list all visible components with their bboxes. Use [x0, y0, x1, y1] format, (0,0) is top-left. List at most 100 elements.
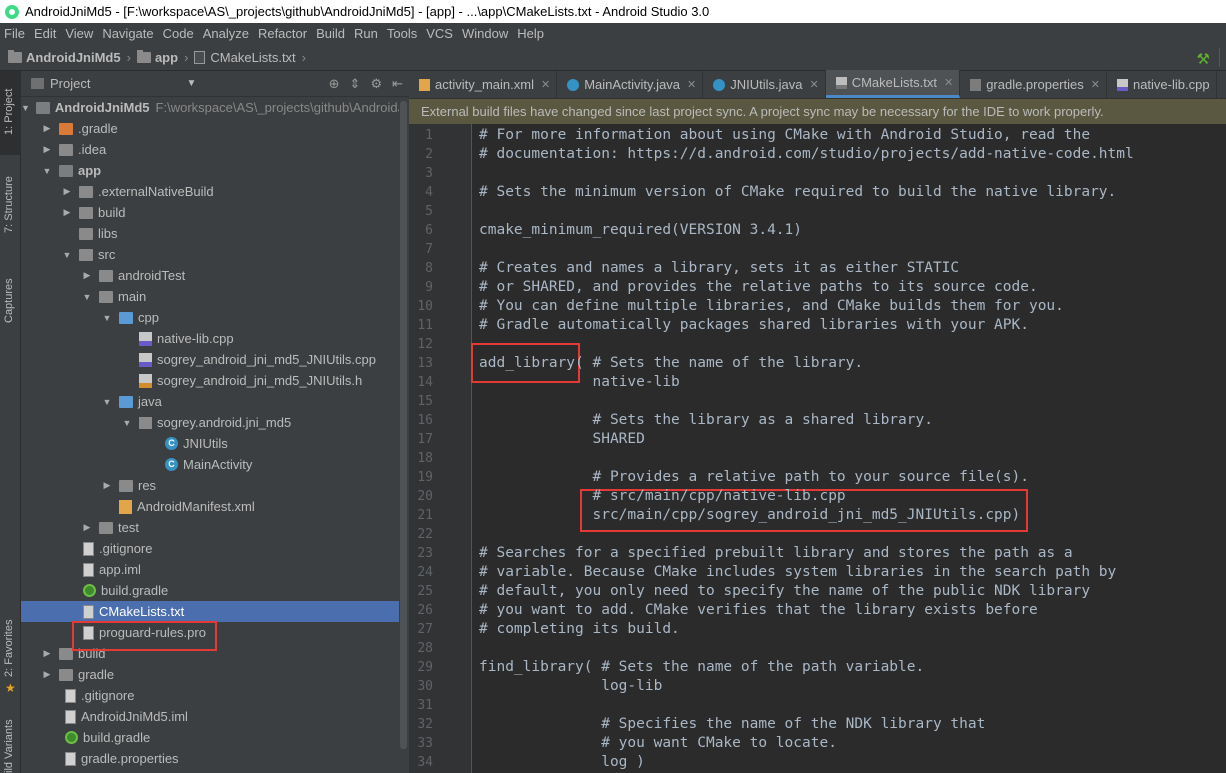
code-area[interactable]: # For more information about using CMake… [471, 124, 1224, 773]
tree-item-app-iml[interactable]: app.iml [21, 559, 399, 580]
tree-item-gradle-dir[interactable]: ▶ .gradle [21, 118, 399, 139]
close-icon[interactable]: ✕ [810, 78, 819, 91]
tree-item-root-gradle[interactable]: ▶ gradle [21, 664, 399, 685]
menu-navigate[interactable]: Navigate [102, 26, 153, 41]
code-editor[interactable]: 1 2 3 4 5 6 7 8 9 10 11 12 13 14 15 16 17 18 19 20 21 22 23 24 2… [409, 124, 1226, 773]
line-number: 15 [417, 394, 433, 409]
menu-run[interactable]: Run [354, 26, 378, 41]
cpp-file-icon [139, 331, 152, 346]
tree-item-jniutils-h[interactable]: sogrey_android_jni_md5_JNIUtils.h [21, 370, 399, 391]
tree-item-root-iml[interactable]: AndroidJniMd5.iml [21, 706, 399, 727]
properties-file-icon [65, 751, 76, 766]
tree-item-android-test[interactable]: ▶ androidTest [21, 265, 399, 286]
tab-native-lib-cpp[interactable]: native-lib.cpp [1107, 71, 1217, 98]
menu-build[interactable]: Build [316, 26, 345, 41]
title-bar: AndroidJniMd5 - [F:\workspace\AS\_projec… [0, 0, 1226, 23]
tool-tab-captures[interactable]: Captures [0, 259, 21, 331]
chevron-down-icon[interactable]: ▼ [186, 78, 196, 89]
expanded-arrow-icon: ▼ [122, 417, 132, 428]
source-folder-icon [119, 311, 133, 324]
tree-item-src[interactable]: ▼ src [21, 244, 399, 265]
window-title: AndroidJniMd5 - [F:\workspace\AS\_projec… [25, 4, 710, 19]
tree-item-main[interactable]: ▼ main [21, 286, 399, 307]
code-line: # you want CMake to locate. [479, 735, 837, 751]
tool-tab-favorites[interactable]: 2: Favorites ★ [0, 611, 21, 697]
tree-item-cpp[interactable]: ▼ cpp [21, 307, 399, 328]
menu-code[interactable]: Code [163, 26, 194, 41]
menu-vcs[interactable]: VCS [426, 26, 453, 41]
menu-help[interactable]: Help [517, 26, 544, 41]
line-number: 18 [417, 451, 433, 466]
line-number: 13 [417, 356, 433, 371]
class-icon [567, 78, 580, 91]
tree-item-native-lib-cpp[interactable]: native-lib.cpp [21, 328, 399, 349]
cmake-file-icon [194, 50, 206, 64]
tree-item-java[interactable]: ▼ java [21, 391, 399, 412]
tree-item-test[interactable]: ▶ test [21, 517, 399, 538]
sync-scroll-icon[interactable]: ⊕ [329, 76, 340, 92]
tree-item-external-native-build[interactable]: ▶ .externalNativeBuild [21, 181, 399, 202]
properties-file-icon [970, 78, 982, 91]
tree-item-package[interactable]: ▼ sogrey.android.jni_md5 [21, 412, 399, 433]
tool-tab-build-variants[interactable]: ild Variants [0, 711, 21, 773]
tree-item-mainactivity-class[interactable]: C MainActivity [21, 454, 399, 475]
line-number: 21 [417, 508, 433, 523]
code-line: # Sets the library as a shared library. [479, 412, 933, 428]
breadcrumb-file[interactable]: CMakeLists.txt › [194, 50, 306, 65]
tree-item-jniutils-cpp[interactable]: sogrey_android_jni_md5_JNIUtils.cpp [21, 349, 399, 370]
tree-item-gradle-properties[interactable]: gradle.properties [21, 748, 399, 769]
tab-jniutils-java[interactable]: JNIUtils.java ✕ [703, 71, 826, 98]
folder-icon [59, 668, 73, 681]
hide-panel-icon[interactable]: ⇤ [392, 76, 403, 92]
line-number: 24 [417, 565, 433, 580]
collapse-all-icon[interactable]: ⇕ [350, 76, 361, 92]
tab-mainactivity-java[interactable]: MainActivity.java ✕ [557, 71, 704, 98]
tool-tab-structure[interactable]: 7: Structure [0, 163, 21, 249]
tree-item-root[interactable]: ▼ AndroidJniMd5 F:\workspace\AS\_projects\… [21, 97, 399, 118]
project-tree-scrollbar[interactable] [400, 101, 407, 749]
code-line: log ) [479, 754, 645, 770]
tool-tab-project[interactable]: 1: Project [0, 71, 21, 155]
tab-gradle-properties[interactable]: gradle.properties ✕ [960, 71, 1107, 98]
project-view-label[interactable]: Project [50, 76, 90, 91]
tree-item-jniutils-class[interactable]: C JNIUtils [21, 433, 399, 454]
tree-item-app[interactable]: ▼ app [21, 160, 399, 181]
menu-bar: File Edit View Navigate Code Analyze Ref… [0, 23, 1226, 44]
class-icon [713, 78, 726, 91]
tree-item-app-build[interactable]: ▶ build [21, 202, 399, 223]
module-folder-icon [59, 164, 73, 177]
code-line: # Creates and names a library, sets it a… [479, 260, 960, 276]
collapsed-arrow-icon: ▶ [43, 669, 51, 679]
tree-item-cmakelists[interactable]: CMakeLists.txt [21, 601, 399, 622]
close-icon[interactable]: ✕ [541, 78, 550, 91]
menu-tools[interactable]: Tools [387, 26, 417, 41]
menu-window[interactable]: Window [462, 26, 508, 41]
tree-item-idea[interactable]: ▶ .idea [21, 139, 399, 160]
make-project-icon[interactable]: ⚒ [1197, 50, 1210, 68]
close-icon[interactable]: ✕ [687, 78, 696, 91]
menu-edit[interactable]: Edit [34, 26, 56, 41]
menu-file[interactable]: File [4, 26, 25, 41]
class-icon: C [165, 437, 178, 450]
close-icon[interactable]: ✕ [944, 76, 953, 89]
tree-item-root-build-gradle[interactable]: build.gradle [21, 727, 399, 748]
module-file-icon [65, 709, 76, 724]
tree-item-android-manifest[interactable]: AndroidManifest.xml [21, 496, 399, 517]
tab-activity-main-xml[interactable]: activity_main.xml ✕ [409, 71, 558, 98]
breadcrumb-project[interactable]: AndroidJniMd5 › [8, 49, 131, 65]
code-line: # Sets the minimum version of CMake requ… [479, 184, 1117, 200]
menu-refactor[interactable]: Refactor [258, 26, 307, 41]
text-file-icon [83, 541, 94, 556]
tab-cmakelists[interactable]: CMakeLists.txt ✕ [825, 70, 961, 98]
tree-item-res[interactable]: ▶ res [21, 475, 399, 496]
breadcrumb-module[interactable]: app › [136, 49, 188, 65]
tree-item-root-gitignore[interactable]: .gitignore [21, 685, 399, 706]
tree-item-app-gitignore[interactable]: .gitignore [21, 538, 399, 559]
tree-item-app-build-gradle[interactable]: build.gradle [21, 580, 399, 601]
collapsed-arrow-icon: ▶ [63, 207, 71, 217]
close-icon[interactable]: ✕ [1091, 78, 1100, 91]
tree-item-libs[interactable]: libs [21, 223, 399, 244]
gear-icon[interactable]: ⚙ [370, 76, 382, 92]
menu-view[interactable]: View [65, 26, 93, 41]
menu-analyze[interactable]: Analyze [203, 26, 249, 41]
